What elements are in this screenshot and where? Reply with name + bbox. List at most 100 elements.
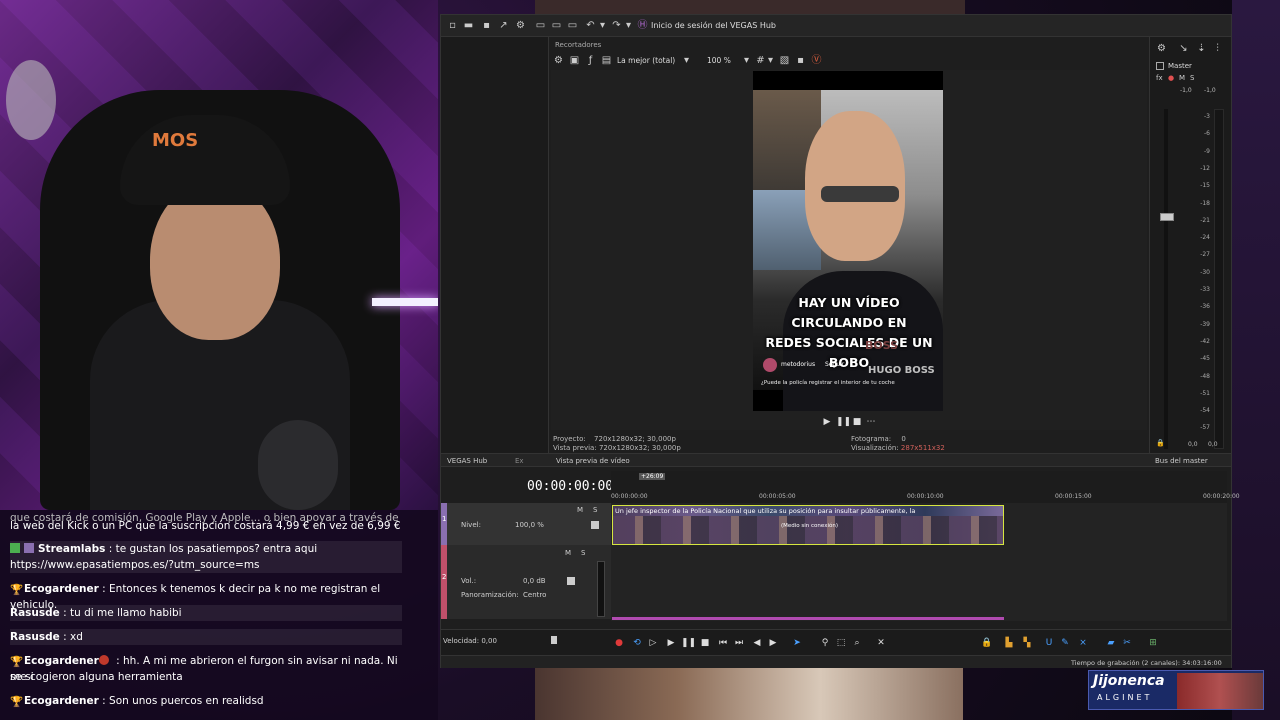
gear-icon[interactable]: ⚙ [1156,43,1167,54]
preview-quality-select[interactable]: La mejor (total) [617,56,675,65]
delete-icon[interactable]: ✕ [875,637,887,649]
split-screen-icon[interactable]: ▤ [601,55,612,66]
pause-icon[interactable]: ❚❚ [681,637,696,649]
mixer-icon[interactable]: ⫶ [1212,43,1223,54]
tab-recent[interactable]: Recortadores [555,41,601,49]
snapping-icon[interactable]: U [1043,637,1055,649]
vegas-icon[interactable]: Ⓥ [811,55,822,66]
meter-scale-label: -57 [1200,424,1210,432]
mute-button[interactable]: M [577,506,583,514]
trophy-icon: 🏆 [10,584,24,596]
render-icon[interactable]: ↗ [498,20,509,31]
chevron-down-icon[interactable]: ▾ [765,55,776,66]
settings-icon[interactable]: ⚙ [515,20,526,31]
chat-line: Streamlabs : te gustan los pasatiempos? … [10,541,402,557]
prev-frame-icon[interactable]: ◀ [751,637,763,649]
sunglasses [821,186,899,202]
lock-icon[interactable]: 🔒 [981,637,993,649]
frame-info: Fotograma: 0 Visualización: 287x511x32 [851,435,945,452]
video-clip[interactable]: Un jefe inspector de la Policía Nacional… [612,505,1004,545]
solo-button[interactable]: S [1190,74,1194,82]
solo-button[interactable]: S [593,506,597,514]
hub-login-link[interactable]: Inicio de sesión del VEGAS Hub [651,21,776,30]
open-folder-icon[interactable]: ▬ [463,20,474,31]
redo-dropdown-icon[interactable]: ▾ [623,20,634,31]
tab-master-bus[interactable]: Bus del master [1155,457,1208,465]
normal-edit-tool-icon[interactable]: ➤ [791,637,803,649]
copy-icon[interactable]: ▭ [551,20,562,31]
volume-value[interactable]: 0,0 dB [523,577,546,585]
audio-clip-edge[interactable] [612,617,1004,620]
vegas-window: ▫ ▬ ▪ ↗ ⚙ ▭ ▭ ▭ ↶ ▾ ↷ ▾ Ⓗ Inicio de sesi… [440,14,1240,668]
crossfade-icon[interactable]: ⨯ [1077,637,1089,649]
sponsor-image [1177,673,1263,709]
undo-icon[interactable]: ↶ [585,20,596,31]
chevron-down-icon[interactable]: ▾ [741,55,752,66]
meter-scale-label: -9 [1204,147,1210,155]
audio-track-header[interactable]: 2 M S Vol.: 0,0 dB Panoramización: Centr… [441,545,611,619]
cut-icon[interactable]: ▭ [535,20,546,31]
fx-icon[interactable]: ƒ [585,55,596,66]
stop-icon[interactable]: ■ [699,637,711,649]
play-icon[interactable]: ▶ [821,416,833,428]
play-icon[interactable]: ▶ [665,637,677,649]
level-right: 0,0 [1208,441,1218,448]
meter-scale-label: -15 [1200,182,1210,190]
undo-dropdown-icon[interactable]: ▾ [597,20,608,31]
loop-icon[interactable]: ⟲ [631,637,643,649]
zoom-tool-icon[interactable]: ⌕ [851,637,863,649]
tab-explorer[interactable]: Ex [515,457,524,465]
save-icon[interactable]: ▪ [481,20,492,31]
mute-button[interactable]: M [565,549,571,557]
hub-icon[interactable]: Ⓗ [637,20,648,31]
chat-line: me cogieron alguna herramienta [10,671,183,683]
lock-envelopes-icon[interactable]: ▰ [1105,637,1117,649]
stop-icon[interactable]: ■ [851,416,863,428]
record-icon[interactable]: ● [613,637,625,649]
loop-marker[interactable]: +26:09 [639,473,666,480]
zoom-select[interactable]: 100 % [707,56,731,65]
paste-icon[interactable]: ▭ [567,20,578,31]
more-icon[interactable]: ⋯ [865,416,877,428]
go-to-start-icon[interactable]: ⏮ [717,637,729,649]
pan-value[interactable]: Centro [523,591,546,599]
master-checkbox[interactable] [1156,62,1164,70]
video-track-header[interactable]: 1 M S Nivel: 100,0 % [441,503,611,545]
tab-video-preview[interactable]: Vista previa de vídeo [556,457,630,465]
redo-icon[interactable]: ↷ [611,20,622,31]
background-window-bottom [535,668,963,720]
record-arm-icon[interactable]: ● [1168,74,1174,82]
solo-button[interactable]: S [581,549,585,557]
tab-vegas-hub[interactable]: VEGAS Hub [447,457,487,465]
mute-button[interactable]: M [1179,74,1185,82]
lock-icon[interactable]: 🔒 [1156,439,1165,447]
copy-snapshot-icon[interactable]: ▧ [779,55,790,66]
selection-tool-icon[interactable]: ⬚ [835,637,847,649]
preview-settings-icon[interactable]: ⚙ [553,55,564,66]
new-file-icon[interactable]: ▫ [447,20,458,31]
external-monitor-icon[interactable]: ▣ [569,55,580,66]
go-to-end-icon[interactable]: ⏭ [733,637,745,649]
volume-slider[interactable] [567,577,575,585]
level-slider[interactable] [591,521,599,529]
region-icon[interactable]: ▚ [1021,637,1033,649]
webcam-feed: MOS [0,0,438,510]
envelope-tool-icon[interactable]: ⚲ [819,637,831,649]
pause-icon[interactable]: ❚❚ [836,416,851,428]
next-frame-icon[interactable]: ▶ [767,637,779,649]
time-ruler[interactable]: +26:09 00:00:00:00 00:00:05:00 00:00:10:… [611,471,1240,503]
auto-ripple-icon[interactable]: ✎ [1059,637,1071,649]
sidechain-icon[interactable]: ↘ [1178,43,1189,54]
level-value[interactable]: 100,0 % [515,521,544,529]
chevron-down-icon[interactable]: ▾ [681,55,692,66]
speed-slider[interactable] [551,636,557,644]
ignore-grouping-icon[interactable]: ✂ [1121,637,1133,649]
meter-scale-label: -48 [1200,372,1210,380]
marker-icon[interactable]: ▙ [1003,637,1015,649]
add-track-icon[interactable]: ⊞ [1147,637,1159,649]
save-snapshot-icon[interactable]: ▪ [795,55,806,66]
downmix-icon[interactable]: ⇣ [1196,43,1207,54]
play-from-start-icon[interactable]: ▷ [647,637,659,649]
master-fader[interactable] [1160,213,1174,221]
fx-button[interactable]: fx [1156,74,1163,82]
